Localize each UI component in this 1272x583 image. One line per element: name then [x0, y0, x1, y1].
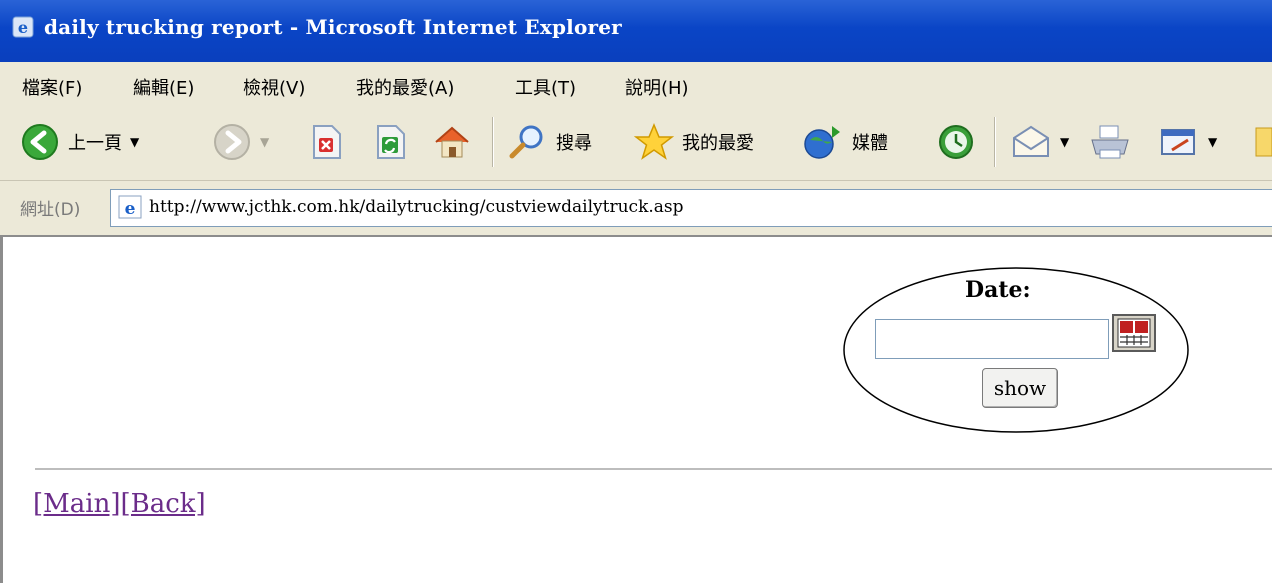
search-label: 搜尋 [556, 133, 592, 154]
refresh-icon [377, 125, 405, 159]
toolbar-separator [492, 117, 494, 167]
star-icon [634, 123, 674, 160]
media-globe-icon [804, 126, 840, 159]
media-label: 媒體 [852, 133, 888, 154]
back-arrow-icon [22, 124, 58, 160]
window-titlebar: e daily trucking report - Microsoft Inte… [0, 0, 1272, 62]
forward-dropdown-icon: ▼ [260, 135, 270, 149]
page-ie-icon: e [118, 195, 142, 219]
show-button[interactable]: show [982, 368, 1058, 408]
date-input[interactable] [875, 319, 1109, 359]
calendar-icon[interactable] [1111, 313, 1157, 353]
menu-file[interactable]: 檔案(F) [22, 74, 82, 100]
menu-favorites[interactable]: 我的最愛(A) [356, 74, 454, 100]
stop-icon [313, 125, 341, 159]
favorites-label: 我的最愛 [682, 133, 754, 154]
menu-edit[interactable]: 編輯(E) [133, 74, 194, 100]
back-button[interactable]: 上一頁 ▼ [20, 115, 139, 169]
address-bar: 網址(D) e http://www.jcthk.com.hk/dailytru… [0, 181, 1272, 235]
forward-arrow-icon [214, 124, 250, 160]
ie-icon: e [12, 16, 34, 38]
history-button[interactable] [936, 115, 976, 169]
back-label: 上一頁 [68, 133, 122, 154]
date-label: Date: [965, 277, 1031, 303]
back-link[interactable]: [Back] [120, 489, 205, 519]
horizontal-rule [35, 468, 1272, 470]
media-button[interactable]: 媒體 [802, 115, 888, 169]
edit-dropdown-icon[interactable]: ▼ [1208, 135, 1217, 149]
search-button[interactable]: 搜尋 [506, 115, 592, 169]
mail-dropdown-icon[interactable]: ▼ [1060, 135, 1069, 149]
menu-help[interactable]: 說明(H) [625, 74, 689, 100]
folder-icon [1255, 127, 1272, 157]
menu-view[interactable]: 檢視(V) [243, 74, 305, 100]
svg-text:e: e [125, 199, 136, 219]
nav-links: [Main][Back] [33, 489, 206, 519]
standard-toolbar: 上一頁 ▼ ▼ 搜尋 我的最愛 媒體 ▼ ▼ [0, 107, 1272, 181]
svg-text:e: e [18, 18, 28, 37]
print-button[interactable] [1088, 115, 1132, 169]
history-clock-icon [939, 125, 973, 159]
refresh-button[interactable] [372, 115, 408, 169]
menu-tools[interactable]: 工具(T) [515, 74, 576, 100]
favorites-button[interactable]: 我的最愛 [634, 115, 754, 169]
printer-icon [1091, 125, 1129, 159]
address-label: 網址(D) [20, 200, 81, 220]
mail-icon [1013, 125, 1049, 157]
address-input[interactable]: e http://www.jcthk.com.hk/dailytrucking/… [110, 189, 1272, 227]
toolbar-separator [994, 117, 996, 167]
page-content: Date: show [Main][Back] [0, 235, 1272, 583]
search-icon [509, 125, 543, 159]
mail-button[interactable]: ▼ [1010, 115, 1069, 169]
menu-bar: 檔案(F) 編輯(E) 檢視(V) 我的最愛(A) 工具(T) 說明(H) [0, 62, 1272, 108]
discuss-button[interactable] [1252, 115, 1272, 169]
edit-button[interactable]: ▼ [1158, 115, 1217, 169]
edit-page-icon [1161, 129, 1195, 155]
forward-button[interactable]: ▼ [212, 115, 269, 169]
window-title: daily trucking report - Microsoft Intern… [44, 15, 622, 39]
home-icon [435, 126, 469, 158]
main-link[interactable]: [Main] [33, 489, 120, 519]
address-url: http://www.jcthk.com.hk/dailytrucking/cu… [149, 197, 684, 217]
home-button[interactable] [432, 115, 472, 169]
back-dropdown-icon[interactable]: ▼ [130, 135, 139, 149]
stop-button[interactable] [308, 115, 344, 169]
